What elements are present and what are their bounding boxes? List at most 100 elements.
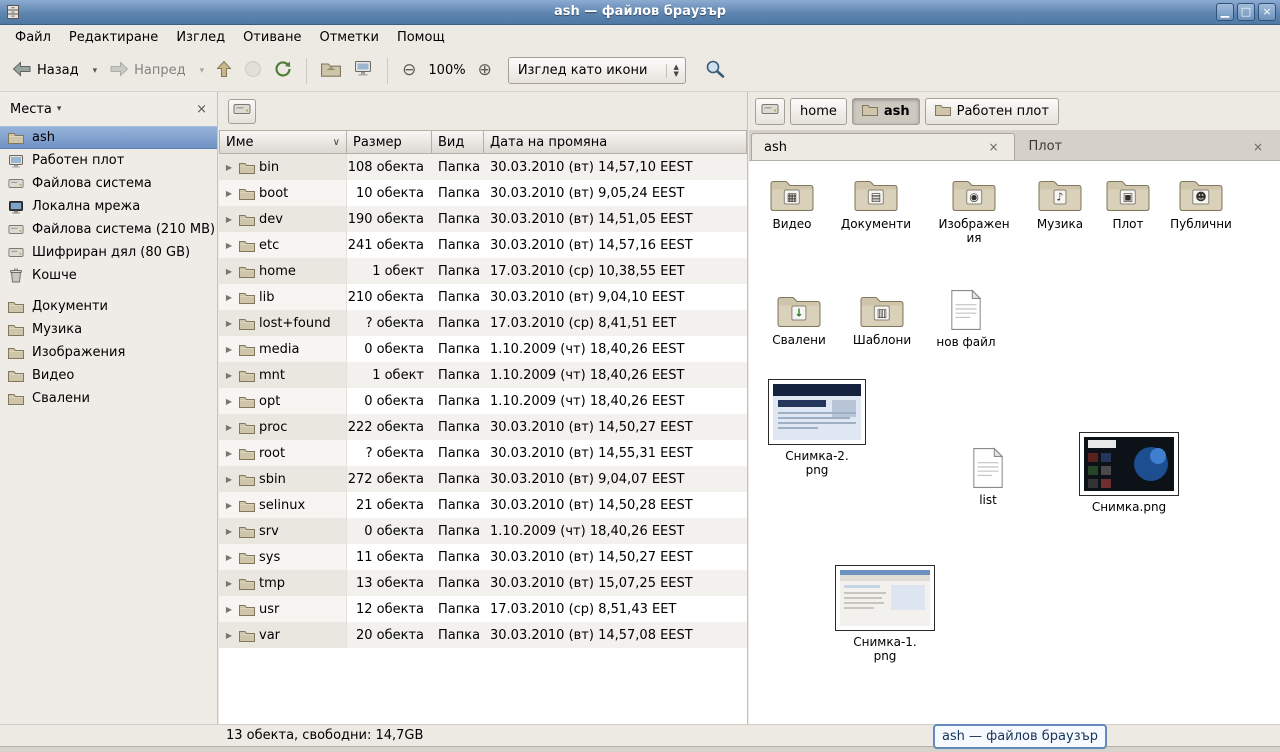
stop-button[interactable] (238, 56, 268, 86)
file-row[interactable]: ▶usr12 обектаПапка17.03.2010 (ср) 8,51,4… (219, 596, 747, 622)
sidebar-title[interactable]: Места (10, 102, 52, 117)
menu-file[interactable]: Файл (6, 27, 60, 48)
icon-item[interactable]: Снимка.png (1075, 432, 1183, 514)
expander-icon[interactable]: ▶ (223, 553, 235, 562)
expander-icon[interactable]: ▶ (223, 371, 235, 380)
search-button[interactable] (698, 56, 732, 86)
home-button[interactable] (315, 57, 347, 85)
path-button-home[interactable]: home (790, 98, 847, 125)
file-row[interactable]: ▶lib210 обектаПапка30.03.2010 (вт) 9,04,… (219, 284, 747, 310)
file-row[interactable]: ▶tmp13 обектаПапка30.03.2010 (вт) 15,07,… (219, 570, 747, 596)
sidebar-item-videos[interactable]: Видео (0, 364, 217, 387)
file-row[interactable]: ▶home1 обектПапка17.03.2010 (ср) 10,38,5… (219, 258, 747, 284)
file-row[interactable]: ▶root? обектаПапка30.03.2010 (вт) 14,55,… (219, 440, 747, 466)
column-header-date[interactable]: Дата на промяна (484, 130, 747, 154)
expander-icon[interactable]: ▶ (223, 267, 235, 276)
file-row[interactable]: ▶srv0 обектаПапка1.10.2009 (чт) 18,40,26… (219, 518, 747, 544)
expander-icon[interactable]: ▶ (223, 319, 235, 328)
tab-close-icon[interactable]: × (1250, 139, 1266, 155)
zoom-level[interactable]: 100% (422, 63, 471, 78)
icon-view[interactable]: ▦Видео▤Документи ◉Изображения ♪Музика▣Плот… (749, 161, 1280, 724)
icon-item[interactable]: Снимка-1.png (833, 565, 937, 664)
expander-icon[interactable]: ▶ (223, 189, 235, 198)
expander-icon[interactable]: ▶ (223, 163, 235, 172)
sidebar-item-pictures[interactable]: Изображения (0, 341, 217, 364)
file-row[interactable]: ▶proc222 обектаПапка30.03.2010 (вт) 14,5… (219, 414, 747, 440)
expander-icon[interactable]: ▶ (223, 527, 235, 536)
sidebar-item-desktop[interactable]: Работен плот (0, 149, 217, 172)
forward-history-dropdown[interactable]: ▾ (192, 62, 211, 80)
taskbar-window-button[interactable]: ash — файлов браузър (933, 724, 1107, 749)
computer-button[interactable] (347, 56, 379, 86)
icon-item[interactable]: ▣Плот (1098, 176, 1158, 231)
menu-help[interactable]: Помощ (388, 27, 454, 48)
file-row[interactable]: ▶bin108 обектаПапка30.03.2010 (вт) 14,57… (219, 154, 747, 180)
icon-item[interactable]: ♪Музика (1024, 176, 1096, 231)
column-header-size[interactable]: Размер (347, 130, 432, 154)
sidebar-item-filesystem[interactable]: Файлова система (0, 172, 217, 195)
maximize-button[interactable]: □ (1237, 3, 1255, 21)
menu-go[interactable]: Отиване (234, 27, 310, 48)
column-header-type[interactable]: Вид (432, 130, 484, 154)
sidebar-close-icon[interactable]: × (196, 102, 207, 117)
icon-item[interactable]: ☻Публични (1163, 176, 1239, 231)
back-button[interactable]: Назад (6, 57, 85, 85)
menu-bookmarks[interactable]: Отметки (310, 27, 387, 48)
expander-icon[interactable]: ▶ (223, 215, 235, 224)
expander-icon[interactable]: ▶ (223, 241, 235, 250)
file-row[interactable]: ▶dev190 обектаПапка30.03.2010 (вт) 14,51… (219, 206, 747, 232)
pane-splitter[interactable] (747, 92, 750, 724)
forward-button[interactable]: Напред (103, 57, 191, 85)
expander-icon[interactable]: ▶ (223, 605, 235, 614)
column-header-name[interactable]: Име∨ (219, 130, 347, 154)
sidebar-item-ash[interactable]: ash (0, 126, 217, 149)
path-scroll-button[interactable] (755, 98, 785, 125)
file-row[interactable]: ▶opt0 обектаПапка1.10.2009 (чт) 18,40,26… (219, 388, 747, 414)
menu-edit[interactable]: Редактиране (60, 27, 167, 48)
zoom-out-button[interactable]: ⊖ (396, 58, 422, 83)
file-row[interactable]: ▶boot10 обектаПапка30.03.2010 (вт) 9,05,… (219, 180, 747, 206)
path-root-button[interactable] (228, 99, 256, 124)
expander-icon[interactable]: ▶ (223, 397, 235, 406)
icon-item[interactable]: ▦Видео (756, 176, 828, 231)
expander-icon[interactable]: ▶ (223, 475, 235, 484)
file-row[interactable]: ▶media0 обектаПапка1.10.2009 (чт) 18,40,… (219, 336, 747, 362)
minimize-button[interactable]: ▁ (1216, 3, 1234, 21)
up-button[interactable] (210, 56, 238, 86)
expander-icon[interactable]: ▶ (223, 423, 235, 432)
close-button[interactable]: × (1258, 3, 1276, 21)
file-row[interactable]: ▶etc241 обектаПапка30.03.2010 (вт) 14,57… (219, 232, 747, 258)
icon-item[interactable]: ◉Изображения (938, 176, 1010, 246)
file-row[interactable]: ▶sys11 обектаПапка30.03.2010 (вт) 14,50,… (219, 544, 747, 570)
view-selector[interactable]: Изглед като икони ▲▼ (508, 57, 686, 84)
expander-icon[interactable]: ▶ (223, 631, 235, 640)
expander-icon[interactable]: ▶ (223, 345, 235, 354)
pane-splitter[interactable] (218, 92, 221, 724)
sidebar-item-encrypted-80gb[interactable]: Шифриран дял (80 GB) (0, 241, 217, 264)
icon-item[interactable]: list (958, 447, 1018, 507)
file-row[interactable]: ▶mnt1 обектПапка1.10.2009 (чт) 18,40,26 … (219, 362, 747, 388)
expander-icon[interactable]: ▶ (223, 293, 235, 302)
icon-item[interactable]: Снимка-2.png (767, 379, 867, 478)
sidebar-item-local-network[interactable]: Локална мрежа (0, 195, 217, 218)
path-button-ash[interactable]: ash (852, 98, 920, 125)
file-row[interactable]: ▶lost+found? обектаПапка17.03.2010 (ср) … (219, 310, 747, 336)
tab-close-icon[interactable]: × (986, 139, 1002, 155)
reload-button[interactable] (268, 56, 298, 86)
sidebar-item-music[interactable]: Музика (0, 318, 217, 341)
sidebar-item-filesystem-210mb[interactable]: Файлова система (210 MB) (0, 218, 217, 241)
sidebar-item-documents[interactable]: Документи (0, 295, 217, 318)
back-history-dropdown[interactable]: ▾ (85, 62, 104, 80)
expander-icon[interactable]: ▶ (223, 579, 235, 588)
icon-item[interactable]: ▥Шаблони (844, 292, 920, 347)
spinner-arrows-icon[interactable]: ▲▼ (666, 64, 678, 78)
icon-item[interactable]: ▤Документи (834, 176, 918, 231)
file-row[interactable]: ▶selinux21 обектаПапка30.03.2010 (вт) 14… (219, 492, 747, 518)
titlebar[interactable]: ash — файлов браузър ▁ □ × (0, 0, 1280, 25)
zoom-in-button[interactable]: ⊕ (472, 58, 498, 83)
tab-ash[interactable]: ash × (751, 133, 1015, 160)
path-button-desktop[interactable]: Работен плот (925, 98, 1059, 125)
icon-item[interactable]: ↓Свалени (761, 292, 837, 347)
file-row[interactable]: ▶sbin272 обектаПапка30.03.2010 (вт) 9,04… (219, 466, 747, 492)
file-row[interactable]: ▶var20 обектаПапка30.03.2010 (вт) 14,57,… (219, 622, 747, 648)
